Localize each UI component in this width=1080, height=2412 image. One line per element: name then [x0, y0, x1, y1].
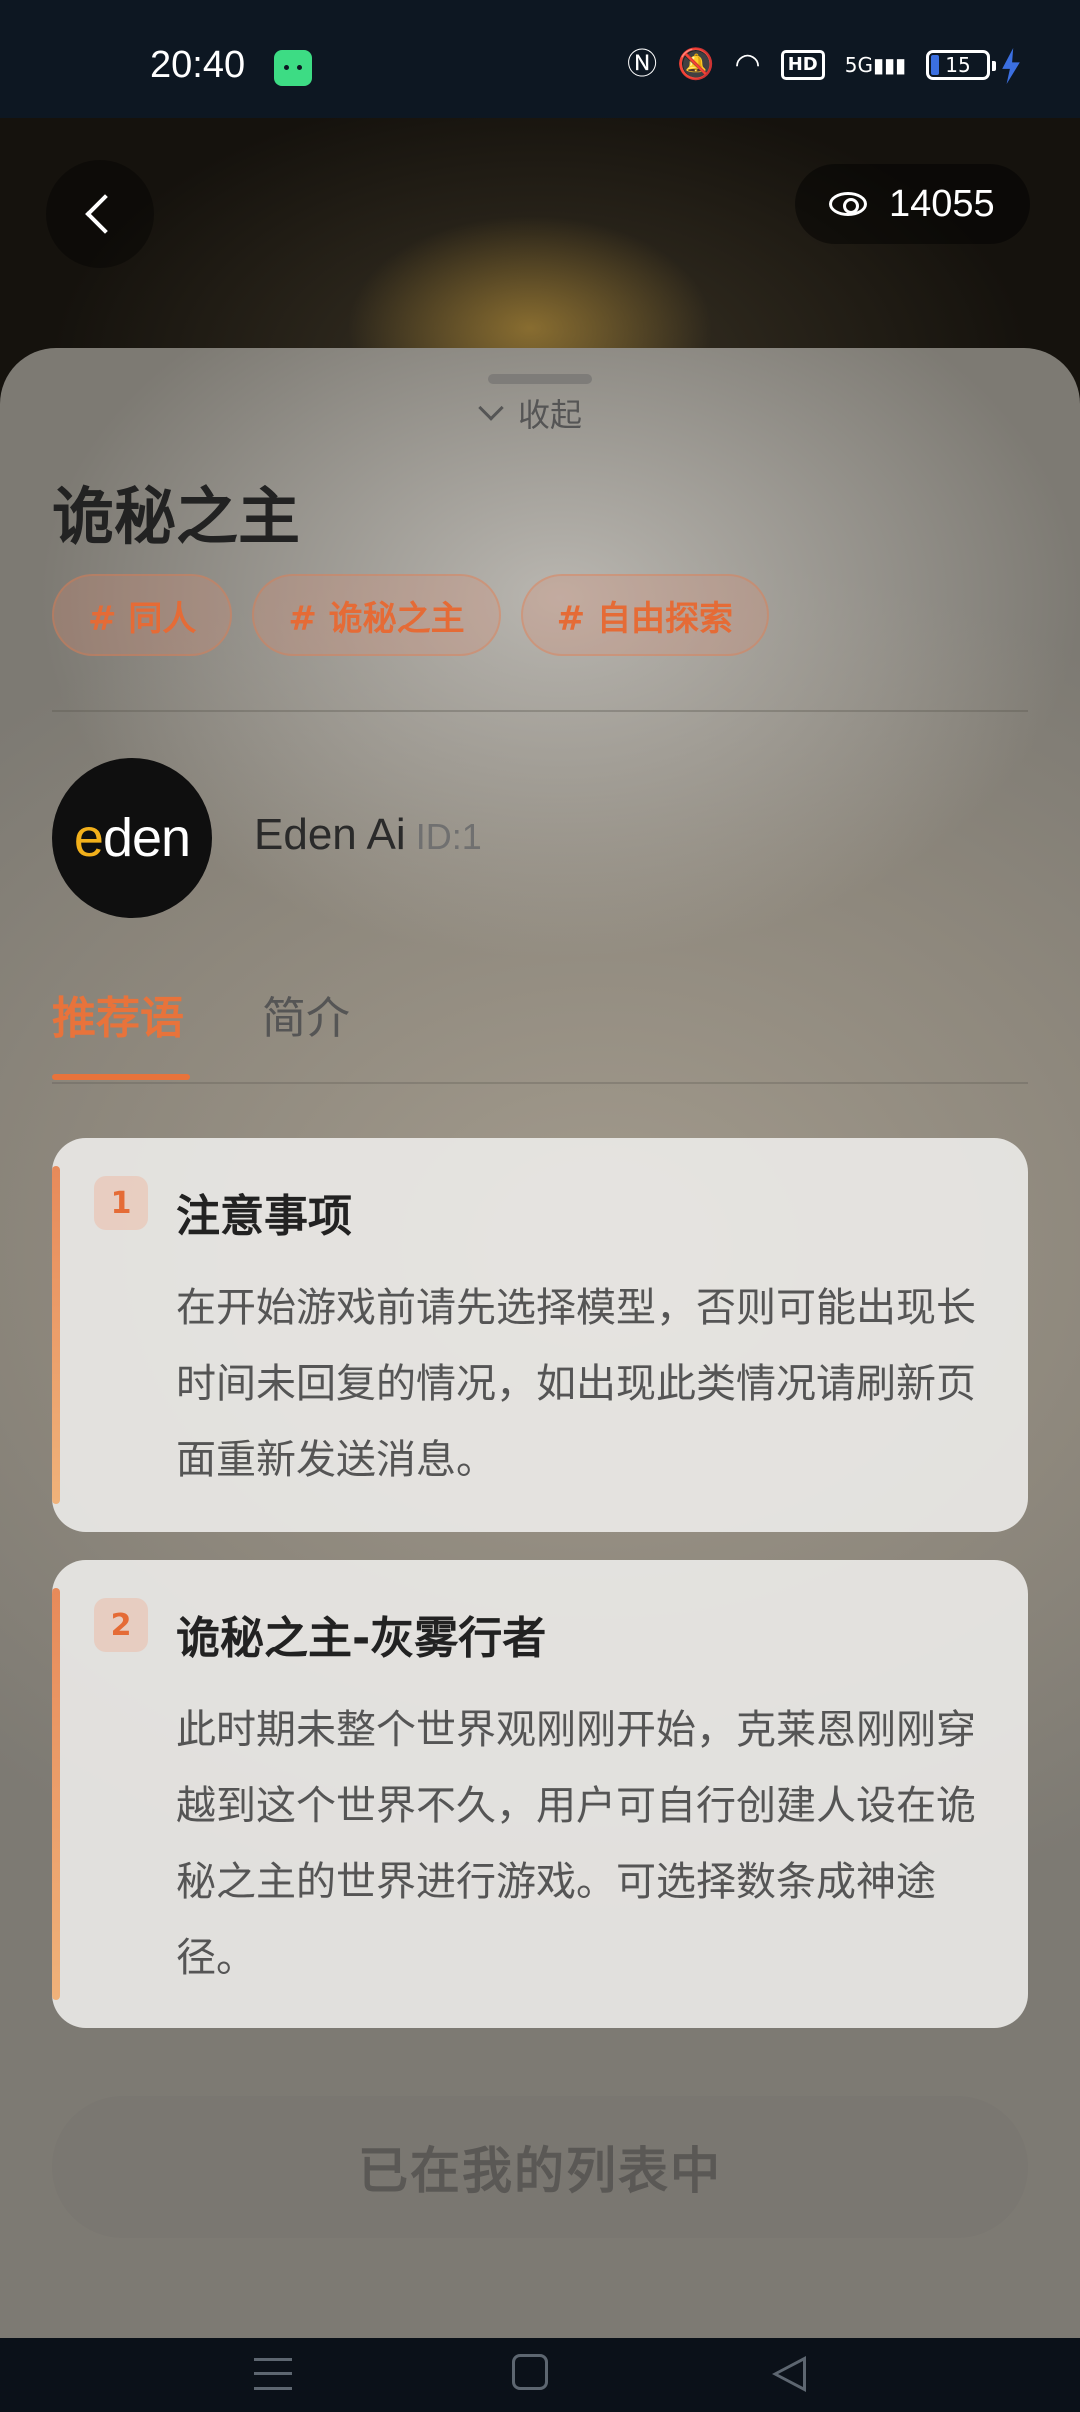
signal-icon: 5G▮▮▮ [844, 53, 906, 77]
network-label: 5G [844, 53, 873, 77]
home-icon[interactable] [512, 2354, 548, 2390]
card-body: 在开始游戏前请先选择模型，否则可能出现长时间未回复的情况，如出现此类情况请刷新页… [176, 1285, 976, 1483]
status-icons: Ⓝ 🔕 ◠ HD 5G▮▮▮ 15 [627, 44, 996, 86]
wifi-icon: ◠ [734, 47, 761, 82]
back-arrow-icon [85, 194, 125, 234]
back-button[interactable] [46, 160, 154, 268]
tag-lord-of-mysteries[interactable]: # 诡秘之主 [252, 574, 501, 656]
author-name: Eden Ai [254, 810, 406, 859]
recommendation-card: 2 诡秘之主-灰雾行者 此时期未整个世界观刚刚开始，克莱恩刚刚穿越到这个世界不久… [52, 1560, 1028, 2028]
card-title: 诡秘之主-灰雾行者 [176, 1613, 547, 1664]
avatar[interactable]: eden [52, 758, 212, 918]
charging-icon [1002, 48, 1020, 84]
navigation-bar [0, 2338, 1080, 2412]
author-id: ID:1 [415, 816, 482, 857]
drag-handle[interactable] [488, 374, 592, 384]
collapse-label: 收起 [518, 396, 583, 434]
avatar-logo: eden [73, 808, 191, 868]
eye-icon [829, 192, 867, 216]
recent-apps-icon[interactable] [254, 2358, 292, 2390]
battery-icon: 15 [926, 50, 996, 80]
collapse-button[interactable]: 收起 [478, 390, 583, 436]
in-my-list-button[interactable]: 已在我的列表中 [52, 2096, 1028, 2238]
tab-recommendation[interactable]: 推荐语 [52, 982, 190, 1080]
android-notification-icon [274, 50, 312, 86]
nfc-icon: Ⓝ [627, 47, 658, 82]
hd-icon: HD [780, 50, 825, 80]
author-info[interactable]: Eden Ai ID:1 [254, 810, 482, 860]
status-time: 20:40 [150, 44, 246, 86]
page-title: 诡秘之主 [52, 480, 301, 553]
recommendation-card: 1 注意事项 在开始游戏前请先选择模型，否则可能出现长时间未回复的情况，如出现此… [52, 1138, 1028, 1532]
detail-sheet: 收起 诡秘之主 # 同人 # 诡秘之主 # 自由探索 eden Eden Ai … [0, 348, 1080, 2338]
status-bar: 20:40 Ⓝ 🔕 ◠ HD 5G▮▮▮ 15 [0, 0, 1080, 118]
card-number: 1 [94, 1176, 148, 1230]
tab-bar: 推荐语 简介 [52, 982, 1028, 1084]
view-count-badge: 14055 [795, 164, 1030, 244]
card-title: 注意事项 [176, 1191, 352, 1242]
mute-icon: 🔕 [677, 47, 715, 82]
tab-introduction[interactable]: 简介 [262, 982, 350, 1046]
tag-fanfic[interactable]: # 同人 [52, 574, 233, 656]
chevron-down-icon [478, 395, 504, 421]
view-count: 14055 [889, 182, 995, 225]
card-body: 此时期未整个世界观刚刚开始，克莱恩刚刚穿越到这个世界不久，用户可自行创建人设在诡… [176, 1707, 976, 1981]
back-icon[interactable] [772, 2356, 806, 2392]
tag-free-exploration[interactable]: # 自由探索 [520, 574, 769, 656]
tag-list: # 同人 # 诡秘之主 # 自由探索 [52, 574, 769, 656]
divider [52, 710, 1028, 712]
card-number: 2 [94, 1598, 148, 1652]
